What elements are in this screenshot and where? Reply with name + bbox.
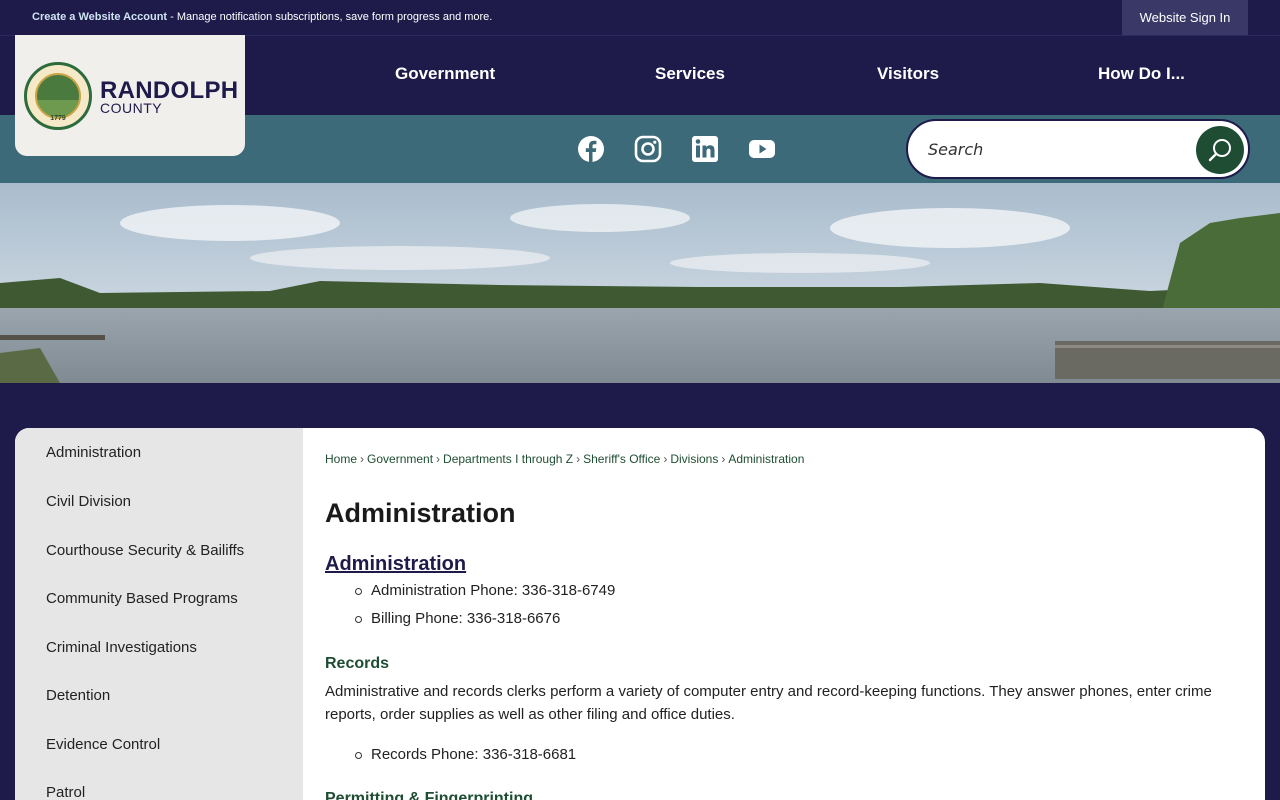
create-account-link[interactable]: Create a Website Account (32, 11, 167, 23)
sidenav-civil-division[interactable]: Civil Division (46, 493, 131, 510)
sidenav-administration[interactable]: Administration (46, 444, 141, 461)
permitting-heading-link[interactable]: Permitting & Fingerprinting (325, 790, 533, 800)
seal-year: 1779 (50, 115, 66, 122)
main-content: Home › Government › Departments I through Z ›… (325, 428, 1255, 800)
search-input[interactable] (928, 137, 1178, 161)
breadcrumb-sheriffs-office[interactable]: Sheriff's Office (583, 452, 660, 466)
facebook-icon[interactable] (577, 135, 605, 163)
lake-landscape-image (0, 183, 1280, 383)
billing-phone-item: Billing Phone: 336-318-6676 (354, 610, 561, 627)
admin-phone-item: Administration Phone: 336-318-6749 (354, 582, 616, 599)
sidenav-community-programs[interactable]: Community Based Programs (46, 590, 238, 607)
search-box (906, 119, 1250, 179)
records-phone-item: Records Phone: 336-318-6681 (354, 746, 577, 763)
search-button[interactable] (1196, 126, 1244, 174)
utility-bar: Create a Website Account - Manage notifi… (0, 0, 1280, 35)
breadcrumb-current[interactable]: Administration (728, 452, 804, 466)
nav-visitors[interactable]: Visitors (877, 64, 939, 84)
breadcrumb-government[interactable]: Government (367, 452, 433, 466)
nav-services[interactable]: Services (655, 64, 725, 84)
sidenav-criminal-investigations[interactable]: Criminal Investigations (46, 639, 197, 656)
side-navigation: Administration Civil Division Courthouse… (15, 428, 303, 800)
page-title: Administration (325, 498, 516, 528)
administration-section-link[interactable]: Administration (325, 553, 466, 576)
search-icon (1208, 139, 1231, 162)
linkedin-icon[interactable] (691, 135, 719, 163)
instagram-icon[interactable] (634, 135, 662, 163)
sidenav-courthouse-security[interactable]: Courthouse Security & Bailiffs (46, 542, 244, 559)
nav-government[interactable]: Government (395, 64, 495, 84)
youtube-icon[interactable] (748, 135, 776, 163)
breadcrumb: Home › Government › Departments I through Z ›… (325, 452, 805, 466)
sidenav-evidence-control[interactable]: Evidence Control (46, 736, 160, 753)
records-heading: Records (325, 655, 390, 672)
home-logo-link[interactable]: 1779 RANDOLPH COUNTY (15, 35, 245, 156)
account-notice: Create a Website Account - Manage notifi… (32, 11, 492, 23)
hero-banner (0, 183, 1280, 383)
content-card: Administration Civil Division Courthouse… (15, 428, 1265, 800)
nav-how-do-i[interactable]: How Do I... (1098, 64, 1185, 84)
breadcrumb-divisions[interactable]: Divisions (670, 452, 718, 466)
county-seal-icon: 1779 (24, 62, 92, 130)
sidenav-detention[interactable]: Detention (46, 687, 110, 704)
account-notice-text: - Manage notification subscriptions, sav… (167, 11, 493, 23)
records-description: Administrative and records clerks perfor… (325, 683, 1212, 723)
sidenav-patrol[interactable]: Patrol (46, 784, 85, 800)
breadcrumb-departments[interactable]: Departments I through Z (443, 452, 573, 466)
website-sign-in-button[interactable]: Website Sign In (1122, 0, 1248, 35)
breadcrumb-home[interactable]: Home (325, 452, 357, 466)
logo-subtitle: COUNTY (100, 100, 163, 116)
